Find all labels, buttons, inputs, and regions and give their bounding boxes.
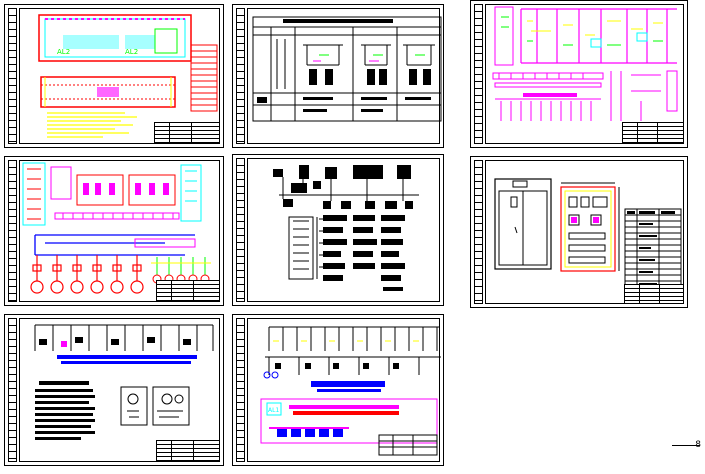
title-block — [156, 280, 220, 302]
terminal-box-label: AL1 — [268, 407, 279, 414]
drawing-sheet-control-schematic[interactable] — [470, 0, 688, 148]
terminal-diagram-drawing: AL1 — [260, 326, 441, 456]
drawing-sheet-block-diagram[interactable] — [232, 154, 444, 306]
drawing-sheet-panel-table[interactable] — [232, 4, 444, 148]
drawing-sheet-wiring-diagram[interactable] — [4, 156, 224, 306]
title-block — [624, 284, 684, 304]
panel-label-b: AL2 — [125, 48, 138, 56]
block-diagram-drawing — [273, 165, 419, 291]
panel-schedule-table — [252, 16, 442, 122]
scale-marker: 8 — [695, 440, 701, 450]
drawing-sheet-cabinet-layout[interactable] — [470, 156, 688, 308]
panel-label-a: AL2 — [57, 48, 70, 56]
drawing-sheet-notes[interactable] — [4, 314, 224, 466]
drawing-sheet-site-layout[interactable]: AL2 AL2 — [4, 4, 224, 148]
drawing-sheet-terminal-diagram[interactable]: AL1 — [232, 314, 444, 466]
title-block — [156, 440, 220, 462]
title-block — [622, 122, 684, 144]
title-block — [154, 122, 220, 144]
